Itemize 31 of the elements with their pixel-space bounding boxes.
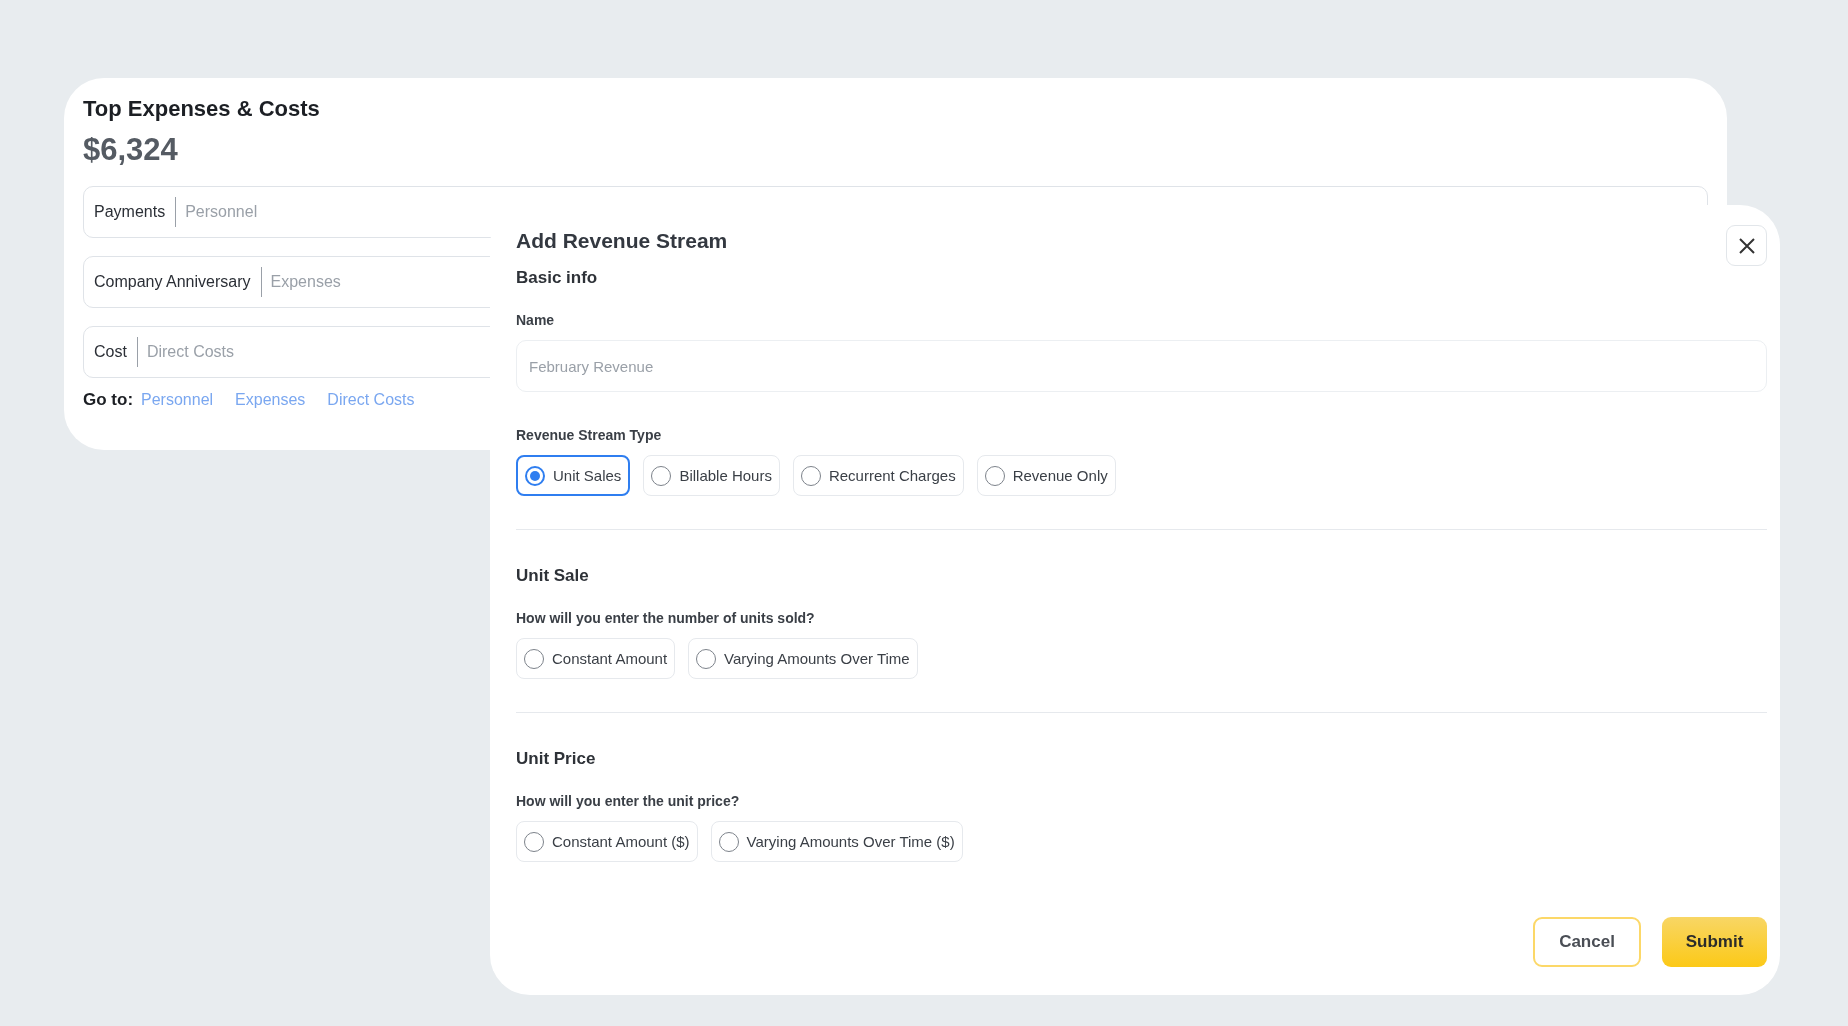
- radio-option[interactable]: Constant Amount ($): [516, 821, 698, 862]
- card-title: Top Expenses & Costs: [83, 96, 321, 122]
- question-label: How will you enter the number of units sold?: [516, 610, 816, 626]
- question-label: How will you enter the unit price?: [516, 793, 741, 809]
- radio-option[interactable]: Revenue Only: [976, 455, 1116, 496]
- total-amount: $6,324: [83, 132, 179, 168]
- submit-button[interactable]: Submit: [1662, 917, 1767, 967]
- section-heading: Unit Sale: [516, 566, 590, 586]
- radio-option[interactable]: Constant Amount: [516, 638, 676, 679]
- name-input[interactable]: February Revenue: [516, 340, 1767, 392]
- expense-category: Personnel: [184, 203, 258, 221]
- section-heading: Basic info: [516, 268, 599, 288]
- radio-option[interactable]: Billable Hours: [643, 455, 780, 496]
- close-icon: [1737, 236, 1756, 255]
- expense-name: Company Anniversary: [94, 267, 262, 297]
- field-label: Revenue Stream Type: [516, 427, 663, 443]
- expense-name: Payments: [94, 197, 177, 227]
- radio-option[interactable]: Varying Amounts Over Time: [688, 638, 918, 679]
- radio-option[interactable]: Recurrent Charges: [792, 455, 964, 496]
- goto-label: Go to:: [83, 390, 134, 410]
- section-heading: Unit Price: [516, 749, 597, 769]
- field-label: Name: [516, 312, 556, 328]
- dialog-title: Add Revenue Stream: [516, 229, 728, 253]
- radio-icon: [525, 465, 545, 486]
- expense-category: Direct Costs: [145, 343, 235, 361]
- close-button[interactable]: [1726, 225, 1767, 266]
- cancel-button[interactable]: Cancel: [1533, 917, 1641, 967]
- expense-name: Cost: [94, 337, 138, 367]
- radio-option[interactable]: Unit Sales: [516, 455, 631, 496]
- expense-category: Expenses: [269, 273, 341, 291]
- radio-option[interactable]: Varying Amounts Over Time ($): [710, 821, 963, 862]
